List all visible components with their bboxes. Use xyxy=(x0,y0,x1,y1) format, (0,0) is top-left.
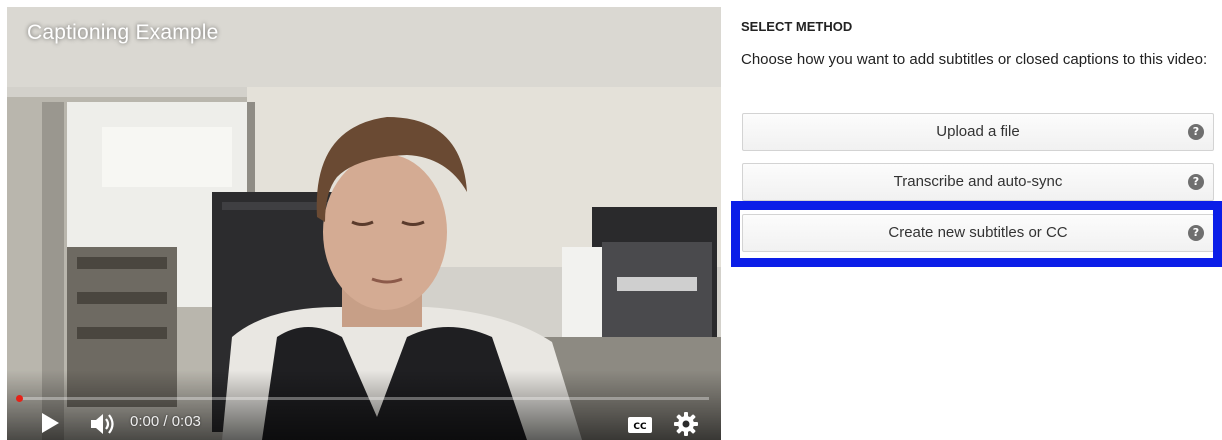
upload-file-button[interactable]: Upload a file ? xyxy=(742,113,1214,151)
transcribe-auto-sync-button[interactable]: Transcribe and auto-sync ? xyxy=(742,163,1214,201)
time-display: 0:00 / 0:03 xyxy=(130,413,201,430)
select-method-heading: SELECT METHOD xyxy=(741,19,853,34)
video-title: Captioning Example xyxy=(27,21,219,44)
volume-icon xyxy=(91,414,114,434)
help-icon[interactable]: ? xyxy=(1188,124,1204,140)
captions-button[interactable]: CC xyxy=(627,415,653,435)
progress-bar[interactable] xyxy=(16,395,709,402)
help-icon[interactable]: ? xyxy=(1188,174,1204,190)
select-method-description: Choose how you want to add subtitles or … xyxy=(741,51,1208,68)
settings-button[interactable] xyxy=(673,411,699,437)
gear-icon xyxy=(674,412,698,436)
video-player[interactable]: Captioning Example 0:00 / 0:03 CC xyxy=(7,7,721,440)
highlight-annotation xyxy=(731,201,1222,267)
play-button[interactable] xyxy=(37,410,63,436)
svg-text:CC: CC xyxy=(633,422,647,432)
transcribe-auto-sync-label: Transcribe and auto-sync xyxy=(893,173,1063,190)
play-icon xyxy=(42,413,59,433)
volume-button[interactable] xyxy=(89,411,117,437)
scrubber-handle[interactable] xyxy=(16,395,23,402)
upload-file-label: Upload a file xyxy=(936,123,1020,140)
closed-captions-icon: CC xyxy=(628,417,652,433)
